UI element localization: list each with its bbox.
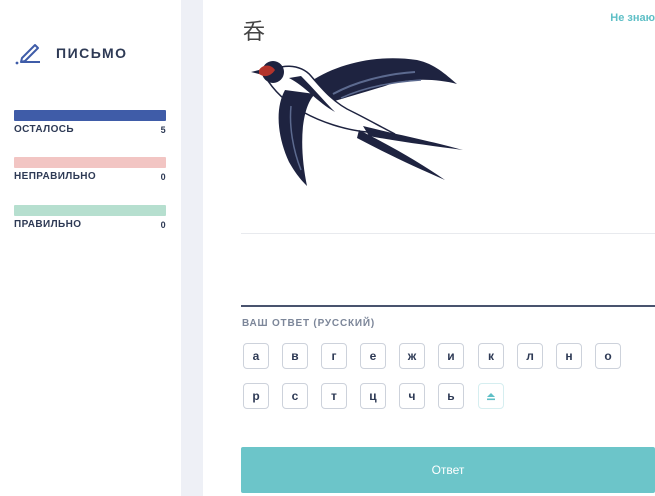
swallow-bird-illustration bbox=[251, 58, 463, 186]
shift-up-icon bbox=[487, 393, 495, 401]
stat-remaining-bar bbox=[14, 110, 166, 121]
shift-button[interactable] bbox=[478, 383, 504, 409]
stat-remaining-count: 5 bbox=[160, 124, 166, 135]
key-button[interactable]: ь bbox=[438, 383, 464, 409]
key-button[interactable]: г bbox=[321, 343, 347, 369]
key-button[interactable]: р bbox=[243, 383, 269, 409]
stat-incorrect-bar bbox=[14, 157, 166, 168]
sidebar-brand: ПИСЬМО bbox=[14, 40, 128, 66]
key-button[interactable]: ж bbox=[399, 343, 425, 369]
dont-know-link[interactable]: Не знаю bbox=[610, 12, 655, 24]
key-button[interactable]: ц bbox=[360, 383, 386, 409]
submit-answer-button[interactable]: Ответ bbox=[241, 447, 655, 493]
prompt-character: 呑 bbox=[243, 20, 266, 45]
main-panel: 呑 Не знаю ВАШ ОТВЕТ (РУССКИЙ) а в г е ж … bbox=[203, 0, 655, 496]
key-button[interactable]: т bbox=[321, 383, 347, 409]
stat-incorrect: НЕПРАВИЛЬНО 0 bbox=[14, 157, 166, 182]
key-button[interactable]: и bbox=[438, 343, 464, 369]
stat-remaining: ОСТАЛОСЬ 5 bbox=[14, 110, 166, 135]
sidebar-divider bbox=[181, 0, 203, 496]
key-button[interactable]: с bbox=[282, 383, 308, 409]
stat-correct-count: 0 bbox=[160, 219, 166, 230]
stat-correct: ПРАВИЛЬНО 0 bbox=[14, 205, 166, 230]
key-button[interactable]: в bbox=[282, 343, 308, 369]
key-button[interactable]: л bbox=[517, 343, 543, 369]
stat-incorrect-label: НЕПРАВИЛЬНО bbox=[14, 171, 97, 182]
key-button[interactable]: а bbox=[243, 343, 269, 369]
sidebar: ПИСЬМО ОСТАЛОСЬ 5 НЕПРАВИЛЬНО 0 ПРАВИЛЬН… bbox=[0, 0, 181, 496]
stat-remaining-label: ОСТАЛОСЬ bbox=[14, 124, 74, 135]
stat-incorrect-count: 0 bbox=[160, 171, 166, 182]
content-separator bbox=[241, 233, 655, 234]
key-button[interactable]: ч bbox=[399, 383, 425, 409]
sidebar-title: ПИСЬМО bbox=[56, 45, 128, 61]
key-button[interactable]: к bbox=[478, 343, 504, 369]
key-button[interactable]: е bbox=[360, 343, 386, 369]
answer-input-line[interactable] bbox=[241, 305, 655, 307]
answer-label: ВАШ ОТВЕТ (РУССКИЙ) bbox=[242, 318, 375, 329]
stat-correct-bar bbox=[14, 205, 166, 216]
key-button[interactable]: о bbox=[595, 343, 621, 369]
pen-icon bbox=[15, 44, 40, 65]
stat-correct-label: ПРАВИЛЬНО bbox=[14, 219, 82, 230]
key-button[interactable]: н bbox=[556, 343, 582, 369]
